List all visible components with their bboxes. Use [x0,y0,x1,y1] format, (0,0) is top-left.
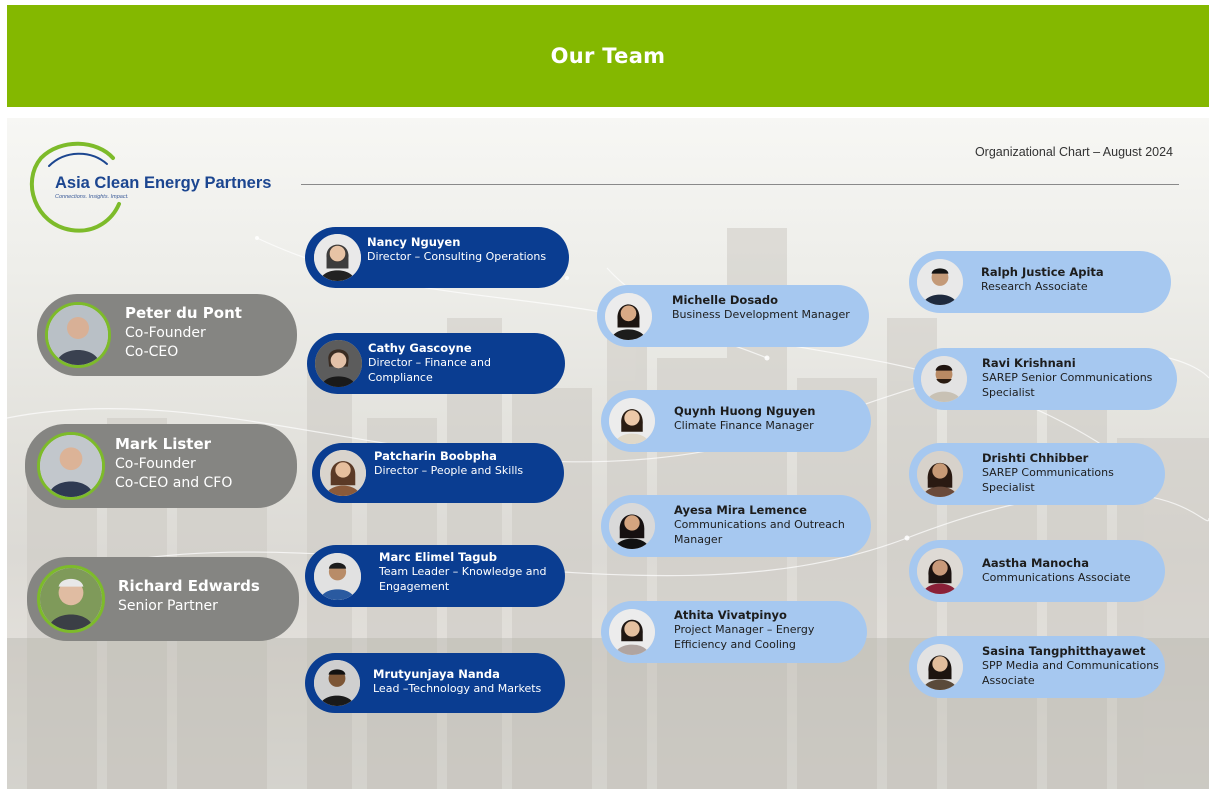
chart-date: Organizational Chart – August 2024 [974,145,1173,159]
person-name: Richard Edwards [118,577,260,595]
person-role: SPP Media and Communications Associate [982,659,1159,687]
divider-line [301,184,1179,185]
person-card-patcharin-boobpha: Patcharin Boobpha Director – People and … [312,443,564,503]
person-card-sasina-tangphitthayawet: Sasina Tangphitthayawet SPP Media and Co… [909,636,1165,698]
avatar [37,565,105,633]
person-card-peter-du-pont: Peter du Pont Co-Founder Co-CEO [37,294,297,376]
person-role: Team Leader – Knowledge and Engagement [379,565,547,593]
person-role: SAREP Communications Specialist [982,466,1114,494]
avatar [609,503,655,549]
person-card-athita-vivatpinyo: Athita Vivatpinyo Project Manager – Ener… [601,601,867,663]
person-name: Patcharin Boobpha [374,449,497,463]
person-role: Project Manager – Energy Efficiency and … [674,623,815,651]
org-chart-area: Asia Clean Energy Partners Connections. … [7,118,1209,789]
avatar [917,259,963,305]
person-role: Director – Finance and Compliance [368,356,491,384]
person-name: Marc Elimel Tagub [379,550,497,564]
person-role: Business Development Manager [672,308,850,321]
person-card-michelle-dosado: Michelle Dosado Business Development Man… [597,285,869,347]
person-role: Co-CEO and CFO [115,475,233,491]
avatar [609,609,655,655]
avatar [37,432,105,500]
avatar [921,356,967,402]
avatar [314,660,360,706]
person-role: Director – People and Skills [374,464,524,477]
person-role: Climate Finance Manager [674,419,814,432]
page-title: Our Team [550,44,666,68]
person-name: Drishti Chhibber [982,451,1089,465]
person-card-quynh-huong-nguyen: Quynh Huong Nguyen Climate Finance Manag… [601,390,871,452]
person-card-aastha-manocha: Aastha Manocha Communications Associate [909,540,1165,602]
person-role: Co-Founder [115,456,196,472]
person-card-mrutyunjaya-nanda: Mrutyunjaya Nanda Lead –Technology and M… [305,653,565,713]
person-card-mark-lister: Mark Lister Co-Founder Co-CEO and CFO [25,424,297,508]
person-card-drishti-chhibber: Drishti Chhibber SAREP Communications Sp… [909,443,1165,505]
person-card-ravi-krishnani: Ravi Krishnani SAREP Senior Communicatio… [913,348,1177,410]
person-name: Quynh Huong Nguyen [674,404,816,418]
title-banner: Our Team [7,5,1209,107]
person-card-nancy-nguyen: Nancy Nguyen Director – Consulting Opera… [305,227,569,288]
person-role: Director – Consulting Operations [367,250,547,263]
avatar [315,340,362,387]
avatar [917,548,963,594]
person-card-marc-elimel-tagub: Marc Elimel Tagub Team Leader – Knowledg… [305,545,565,607]
person-name: Cathy Gascoyne [368,341,472,355]
person-card-cathy-gascoyne: Cathy Gascoyne Director – Finance and Co… [307,333,565,394]
person-role: Communications and Outreach Manager [674,518,845,546]
person-name: Sasina Tangphitthayawet [982,644,1146,658]
logo-name: Asia Clean Energy Partners [55,174,272,192]
avatar [917,451,963,497]
avatar [917,644,963,690]
person-card-richard-edwards: Richard Edwards Senior Partner [27,557,299,641]
person-role: SAREP Senior Communications Specialist [982,371,1153,399]
avatar [314,234,361,281]
person-card-ayesa-mira-lemence: Ayesa Mira Lemence Communications and Ou… [601,495,871,557]
slide: Our Team Asia Clean Energy Partners Conn… [0,0,1209,789]
person-role: Research Associate [981,280,1088,293]
avatar [320,450,366,496]
person-name: Mark Lister [115,435,212,453]
person-role: Co-CEO [125,344,179,360]
person-card-ralph-justice-apita: Ralph Justice Apita Research Associate [909,251,1171,313]
avatar [609,398,655,444]
person-role: Lead –Technology and Markets [373,682,542,695]
person-role: Communications Associate [982,571,1131,584]
person-name: Mrutyunjaya Nanda [373,667,500,681]
person-name: Michelle Dosado [672,293,779,307]
person-name: Ayesa Mira Lemence [674,503,807,517]
logo-tagline: Connections. Insights. Impact. [55,194,129,200]
person-name: Nancy Nguyen [367,235,461,249]
avatar [314,553,361,600]
company-logo: Asia Clean Energy Partners Connections. … [27,138,297,234]
person-name: Peter du Pont [125,304,242,322]
person-name: Ravi Krishnani [982,356,1076,370]
person-name: Aastha Manocha [982,556,1090,570]
person-role: Co-Founder [125,325,206,341]
person-name: Ralph Justice Apita [981,265,1104,279]
person-role: Senior Partner [118,598,218,614]
avatar [605,293,652,340]
avatar [45,302,111,368]
person-name: Athita Vivatpinyo [674,608,787,622]
